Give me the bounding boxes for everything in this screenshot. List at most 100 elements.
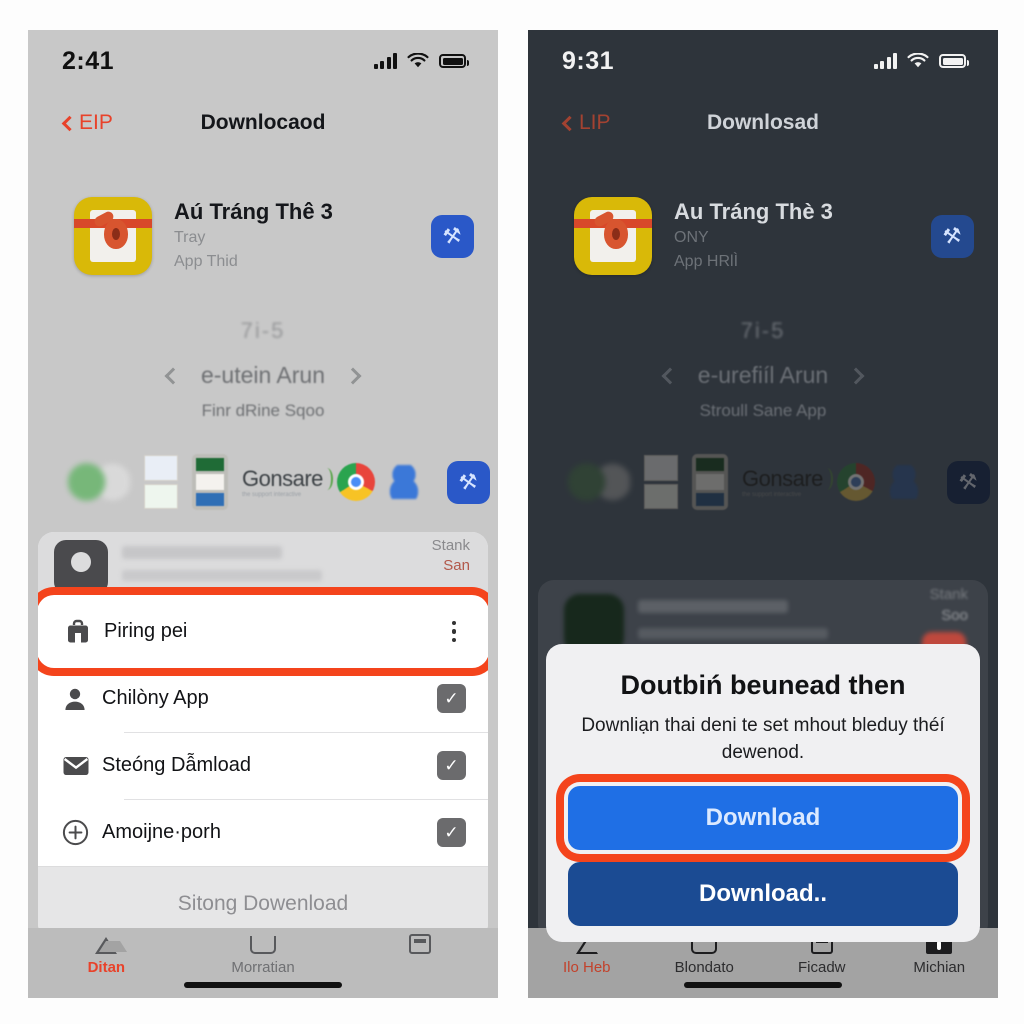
triangle-icon xyxy=(95,932,128,954)
tab-label: Ilo Heb xyxy=(562,959,611,976)
doc-logo xyxy=(192,454,228,510)
green-blob-logo xyxy=(568,460,630,504)
gonsare-wordmark: Gonsare the support interactive xyxy=(242,466,333,498)
tab-label: Ficadw xyxy=(797,959,846,976)
tab-label: Michian xyxy=(913,959,966,976)
tab-label: Ditan xyxy=(87,959,126,976)
carousel-smudge-text: 7i-5 xyxy=(740,318,786,343)
page-title: Downlocaod xyxy=(200,111,326,134)
battery-icon xyxy=(939,54,969,68)
card-icon xyxy=(408,932,431,954)
list-item-label: Amoijne·porh xyxy=(102,821,221,843)
doc-logo xyxy=(692,454,728,510)
download-button-label: Download xyxy=(705,804,821,832)
gonsare-wordmark: Gonsare the support interactive xyxy=(742,466,833,498)
avatar xyxy=(54,540,108,594)
chevron-right-icon[interactable] xyxy=(847,367,865,384)
download-secondary-button-label: Download.. xyxy=(699,880,827,908)
wordmark-text: Gonsare xyxy=(242,466,323,491)
carousel-page-label: e-utein Arun xyxy=(200,362,326,388)
tab-label: Blondato xyxy=(674,959,734,976)
download-button[interactable]: Download xyxy=(568,786,958,851)
tab-morratian[interactable]: Morratian xyxy=(185,932,342,976)
wifi-icon xyxy=(407,53,429,68)
alert-title: Doutbiń beunead then xyxy=(620,670,906,700)
chrome-logo xyxy=(336,463,375,501)
sheet-corner-text: Stank San xyxy=(432,536,470,577)
app-meta: Au Tráng Thè 3 ONY App HRlÌ xyxy=(674,198,931,274)
cellular-bars-icon xyxy=(873,53,897,69)
person-icon xyxy=(62,686,102,712)
checkbox-checked-icon[interactable]: ✓ xyxy=(437,751,466,780)
status-indicators xyxy=(873,53,969,69)
app-icon-key-card xyxy=(74,197,152,275)
chevron-left-icon[interactable] xyxy=(661,367,679,384)
logo-strip: Gonsare the support interactive ⚒ xyxy=(28,447,498,517)
tool-glyph-icon: ⚒ xyxy=(957,469,980,495)
wordmark-text: Gonsare xyxy=(742,466,823,491)
alert-actions: Download Download.. xyxy=(568,786,958,927)
checkbox-checked-icon[interactable]: ✓ xyxy=(437,818,466,847)
sheet-footer-label: Sitong Dowenload xyxy=(177,891,349,915)
wordmark-subtext: the support interactive xyxy=(242,492,302,498)
blue-blob-logo xyxy=(888,465,919,499)
sheet-corner-line2: Soo xyxy=(941,607,968,624)
app-action-button[interactable]: ⚒ xyxy=(431,214,474,258)
carousel-right: 7i-5 e-urefiíl Arun Stroull Sane App Gon… xyxy=(528,308,998,523)
carousel-left: 7i-5 e-utein Arun Finr dRine Sqoo Gonsar… xyxy=(28,308,498,523)
alert-message: Downliạn thai deni te set mhout bleduy t… xyxy=(581,715,945,763)
carousel-caption: Stroull Sane App xyxy=(699,401,827,420)
phone-screen-right: 7i-5 e-urefiíl Arun Stroull Sane App Gon… xyxy=(528,30,998,998)
tab-label: Morratian xyxy=(231,959,295,976)
carousel-action-button[interactable]: ⚒ xyxy=(946,460,990,504)
kebab-menu-icon[interactable] xyxy=(444,617,465,647)
chevron-left-icon[interactable] xyxy=(164,367,182,384)
chrome-logo xyxy=(836,463,875,501)
tool-glyph-icon: ⚒ xyxy=(441,223,464,249)
app-header-row-left: Aú Tráng Thê 3 Tray App Thid ⚒ xyxy=(28,180,498,292)
wordmark-subtext: the support interactive xyxy=(742,492,802,498)
nav-bar-left: EIP Downlocaod xyxy=(28,92,498,154)
cellular-bars-icon xyxy=(373,53,397,69)
sheet-corner-line1: Stank xyxy=(431,537,470,554)
share-sheet-left: Stank San Piring pei Chilòny App ✓ Steón… xyxy=(38,532,488,940)
page-title: Downlosad xyxy=(706,111,819,134)
app-subtitle-2: App Thid xyxy=(174,252,238,270)
download-secondary-button[interactable]: Download.. xyxy=(568,862,958,927)
sheet-corner-line2: San xyxy=(443,557,470,575)
chevron-right-icon[interactable] xyxy=(344,367,362,384)
download-alert-dialog: Doutbiń beunead then Downliạn thai deni … xyxy=(546,644,980,943)
list-item-amoijne-porh[interactable]: Amoijne·porh ✓ xyxy=(38,799,488,866)
app-action-button[interactable]: ⚒ xyxy=(931,214,974,258)
app-icon-key-card xyxy=(574,197,652,275)
tiles-logo xyxy=(144,455,178,509)
status-indicators xyxy=(373,53,469,69)
status-bar-right: 9:31 xyxy=(528,30,998,92)
list-item-chilony-app[interactable]: Chilòny App ✓ xyxy=(38,665,488,732)
checkbox-checked-icon[interactable]: ✓ xyxy=(437,684,466,713)
app-subtitle-1: Tray xyxy=(174,228,206,246)
envelope-icon xyxy=(62,755,102,777)
app-subtitle-1: ONY xyxy=(674,228,709,246)
tool-glyph-icon: ⚒ xyxy=(457,469,480,495)
tab-ditan[interactable]: Ditan xyxy=(28,932,185,976)
status-clock: 2:41 xyxy=(62,46,115,75)
app-meta: Aú Tráng Thê 3 Tray App Thid xyxy=(174,198,431,274)
screenshot-canvas: 2:41 EIP Downlocaod Aú Tráng Thê 3 Tray … xyxy=(0,0,1024,1024)
home-indicator xyxy=(684,982,842,988)
wifi-icon xyxy=(907,53,929,68)
status-bar-left: 2:41 xyxy=(28,30,498,92)
tab-third[interactable] xyxy=(341,932,498,959)
list-item-piring-pei[interactable]: Piring pei xyxy=(40,598,486,665)
list-item-steong-damload[interactable]: Steóng Dẫmload ✓ xyxy=(38,732,488,799)
status-clock: 9:31 xyxy=(562,46,615,75)
share-sheet-blurred-header: Stank San xyxy=(38,532,488,598)
battery-icon xyxy=(439,54,469,68)
tab-bar-left: Ditan Morratian xyxy=(28,928,498,998)
list-item-label: Piring pei xyxy=(104,620,188,642)
app-title: Aú Tráng Thê 3 xyxy=(174,199,333,225)
carousel-action-button[interactable]: ⚒ xyxy=(446,460,490,504)
phone-screen-left: 2:41 EIP Downlocaod Aú Tráng Thê 3 Tray … xyxy=(28,30,498,998)
carousel-smudge-text: 7i-5 xyxy=(240,318,286,343)
logo-strip: Gonsare the support interactive ⚒ xyxy=(528,447,998,517)
